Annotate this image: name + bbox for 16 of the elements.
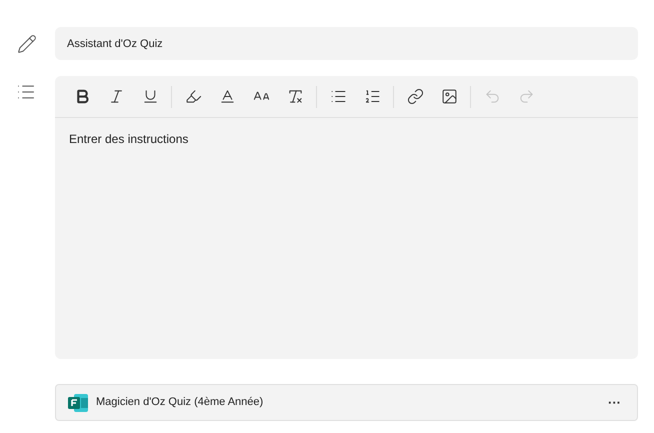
font-color-icon bbox=[218, 88, 236, 105]
image-icon bbox=[440, 88, 458, 105]
pencil-icon bbox=[16, 34, 36, 54]
numbered-list-icon bbox=[364, 88, 380, 105]
redo-icon bbox=[518, 88, 534, 105]
title-field[interactable]: Assistant d'Oz Quiz bbox=[55, 27, 638, 60]
instructions-field[interactable]: Entrer des instructions bbox=[55, 118, 638, 359]
link-icon bbox=[406, 88, 424, 105]
underline-icon bbox=[142, 88, 158, 105]
highlighter-icon bbox=[184, 88, 202, 105]
forms-app-icon bbox=[68, 394, 88, 412]
more-button[interactable]: ··· bbox=[604, 392, 625, 412]
attachment-card[interactable]: Magicien d'Oz Quiz (4ème Année) ··· bbox=[55, 384, 638, 421]
undo-icon bbox=[484, 88, 500, 105]
attachment-name: Magicien d'Oz Quiz (4ème Année) bbox=[96, 395, 264, 410]
clear-format-icon bbox=[286, 88, 304, 105]
